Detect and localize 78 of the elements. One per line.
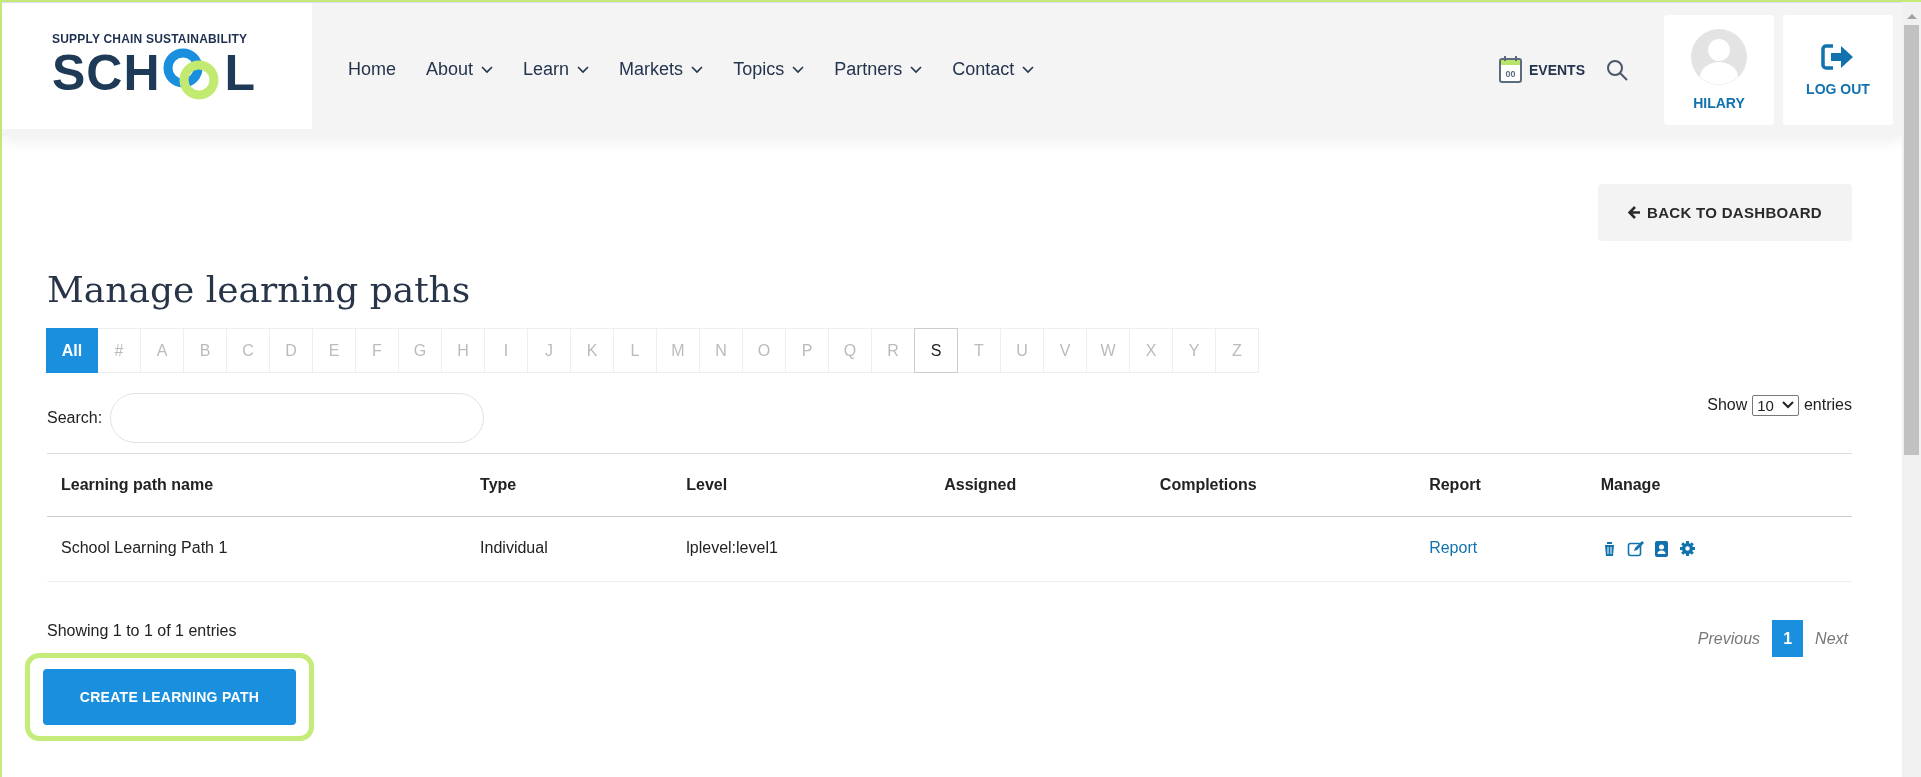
- letter-filter-tab[interactable]: B: [183, 328, 227, 373]
- nav-link[interactable]: Partners: [834, 59, 923, 80]
- letter-filter-tab[interactable]: O: [742, 328, 786, 373]
- table-cell: School Learning Path 1: [61, 539, 228, 556]
- letter-filter-tab[interactable]: E: [312, 328, 356, 373]
- chevron-down-icon: [691, 65, 704, 74]
- show-label: Show: [1707, 396, 1748, 414]
- letter-filter-tab[interactable]: H: [441, 328, 485, 373]
- letter-filter-tab[interactable]: S: [914, 328, 958, 373]
- column-header: Completions: [1145, 453, 1416, 517]
- table-cell: lplevel:level1: [686, 539, 778, 556]
- letter-filter-tab[interactable]: M: [656, 328, 700, 373]
- search-icon[interactable]: [1605, 57, 1629, 82]
- avatar-icon: [1691, 28, 1747, 85]
- letter-filter-tab[interactable]: N: [699, 328, 743, 373]
- settings-icon[interactable]: [1678, 539, 1696, 557]
- chevron-down-icon: [792, 65, 805, 74]
- letter-filter-tab[interactable]: #: [97, 328, 141, 373]
- chevron-down-icon: [577, 65, 590, 74]
- calendar-icon: 00: [1499, 56, 1522, 83]
- letter-filter-tab[interactable]: P: [785, 328, 829, 373]
- letter-filter-tab[interactable]: G: [398, 328, 442, 373]
- create-learning-path-button[interactable]: CREATE LEARNING PATH: [43, 669, 296, 725]
- report-link[interactable]: Report: [1429, 539, 1478, 556]
- column-header: Assigned: [930, 453, 1146, 517]
- letter-filter-tab[interactable]: F: [355, 328, 399, 373]
- logo-tagline: SUPPLY CHAIN SUSTAINABILITY: [52, 32, 249, 46]
- letter-filter-tab[interactable]: L: [613, 328, 657, 373]
- column-header: Level: [672, 453, 931, 517]
- scrollbar[interactable]: [1902, 2, 1921, 777]
- letter-filter-tab[interactable]: W: [1086, 328, 1130, 373]
- chevron-down-icon: [481, 65, 494, 74]
- letter-filter-tab[interactable]: Y: [1172, 328, 1216, 373]
- nav-link[interactable]: Contact: [952, 59, 1035, 80]
- letter-filter-tab[interactable]: K: [570, 328, 614, 373]
- nav-link[interactable]: Topics: [733, 59, 805, 80]
- nav-link[interactable]: Markets: [619, 59, 704, 80]
- letter-filter-tab[interactable]: T: [957, 328, 1001, 373]
- back-button[interactable]: BACK TO DASHBOARD: [1598, 184, 1852, 241]
- letter-filter-tab[interactable]: J: [527, 328, 571, 373]
- letter-filter-tab[interactable]: C: [226, 328, 270, 373]
- chevron-down-icon: [910, 65, 923, 74]
- nav-link[interactable]: About: [426, 59, 494, 80]
- chevron-down-icon: [1781, 401, 1794, 409]
- letter-filter-tab[interactable]: R: [871, 328, 915, 373]
- search-field[interactable]: [110, 393, 485, 443]
- entries-dropdown[interactable]: 10: [1752, 394, 1799, 416]
- chevron-down-icon: [1022, 65, 1035, 74]
- nav-link[interactable]: Learn: [523, 59, 590, 80]
- letter-filter-tab[interactable]: Z: [1215, 328, 1259, 373]
- page-button[interactable]: 1: [1772, 620, 1804, 657]
- letter-filter-tab[interactable]: V: [1043, 328, 1087, 373]
- arrow-left-icon: [1628, 206, 1642, 219]
- contact-book-icon[interactable]: [1652, 539, 1670, 557]
- letter-filter-tab[interactable]: A: [140, 328, 184, 373]
- column-header: Learning path name: [47, 453, 467, 517]
- letter-filter-tab[interactable]: U: [1000, 328, 1044, 373]
- profile-button[interactable]: HILARY: [1664, 14, 1774, 125]
- entries-label: entries: [1803, 396, 1852, 414]
- logo-wordmark: SCH: [52, 48, 161, 98]
- column-header: Type: [466, 453, 673, 517]
- events-link[interactable]: 00 EVENTS: [1499, 56, 1585, 83]
- column-header: Manage: [1586, 453, 1852, 517]
- page-title: Manage learning paths: [47, 269, 472, 310]
- letter-filter-tab[interactable]: D: [269, 328, 313, 373]
- column-header: Report: [1415, 453, 1587, 517]
- table-cell: Individual: [480, 539, 548, 556]
- logo-panel[interactable]: SUPPLY CHAIN SUSTAINABILITY SCH L: [2, 3, 312, 129]
- letter-filter-tab[interactable]: X: [1129, 328, 1173, 373]
- logo-wordmark: L: [224, 48, 257, 98]
- entries-info: Showing 1 to 1 of 1 entries: [47, 621, 237, 640]
- nav-link[interactable]: Home: [348, 59, 396, 80]
- logout-button[interactable]: LOG OUT: [1783, 14, 1893, 125]
- logout-icon: [1821, 42, 1855, 71]
- edit-icon[interactable]: [1626, 539, 1644, 557]
- letter-filter-tab[interactable]: All: [46, 328, 98, 373]
- letter-filter-tab[interactable]: Q: [828, 328, 872, 373]
- search-label: Search:: [47, 409, 103, 427]
